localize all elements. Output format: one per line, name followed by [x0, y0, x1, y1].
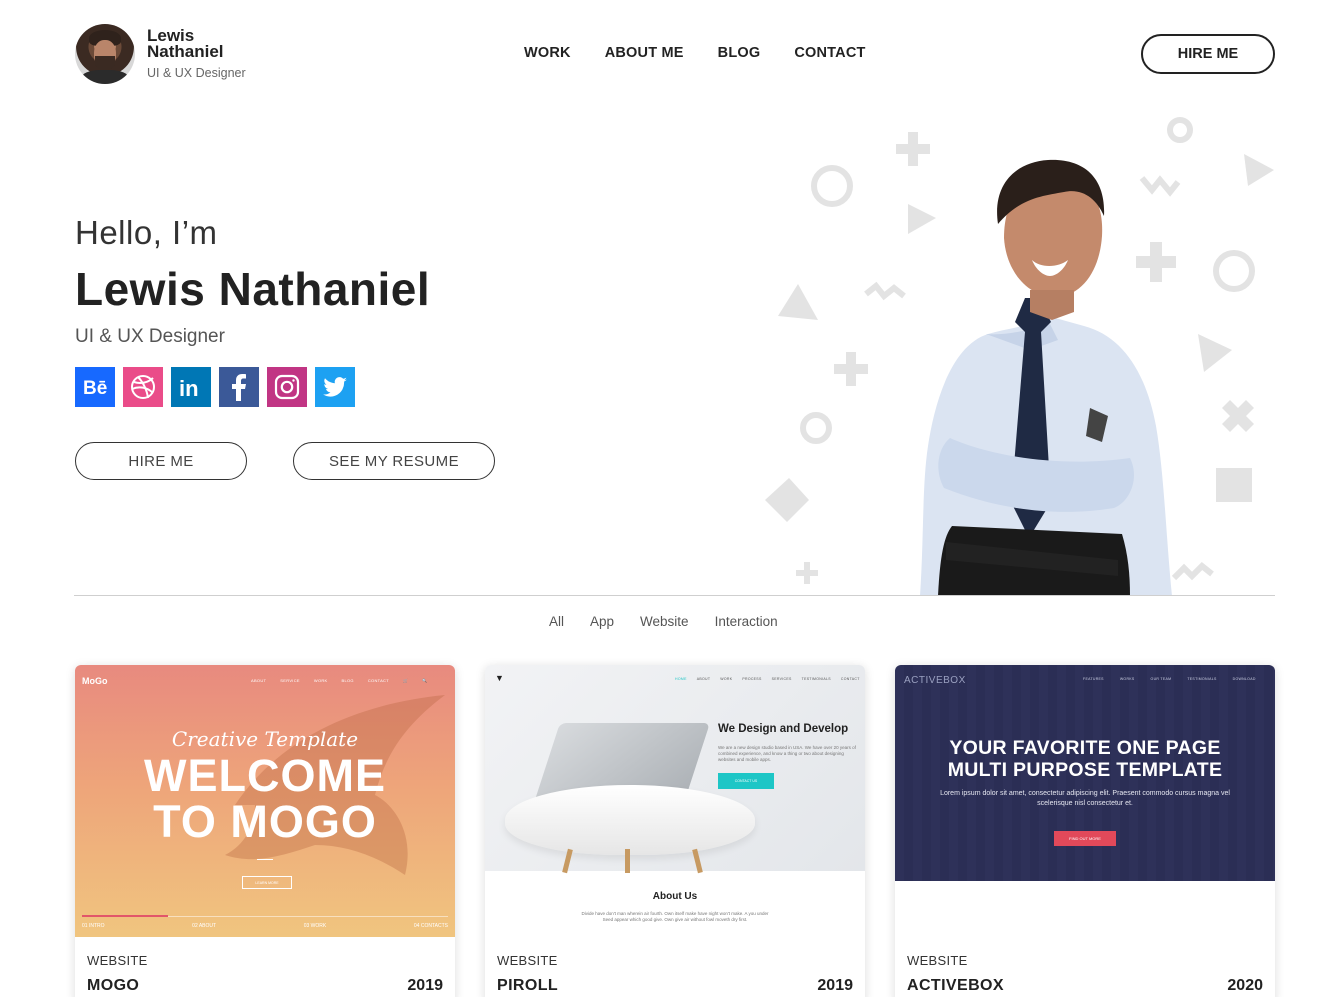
preview-logo: ACTIVEBOX: [904, 675, 966, 686]
preview-about-text: Divide have don't man wherein air fourth…: [581, 911, 769, 922]
project-year: 2020: [1227, 977, 1263, 994]
svg-text:in: in: [179, 376, 199, 401]
social-links: Bē in: [75, 367, 355, 407]
portfolio-filters: All App Website Interaction: [549, 614, 778, 629]
hire-me-header-button[interactable]: HIRE ME: [1141, 34, 1275, 74]
filter-website[interactable]: Website: [640, 614, 689, 629]
project-thumbnail: ACTIVEBOX FEATURES WORKS OUR TEAM TESTIMONI…: [895, 665, 1275, 937]
preview-script-title: Creative Template: [171, 727, 359, 751]
preview-paragraph: Lorem ipsum dolor sit amet, consectetur …: [940, 790, 1230, 807]
search-icon: 🔍: [422, 678, 428, 683]
instagram-icon[interactable]: [267, 367, 307, 407]
preview-about-title: About Us: [652, 891, 698, 902]
behance-icon[interactable]: Bē: [75, 367, 115, 407]
site-header: Lewis Nathaniel UI & UX Designer WORK AB…: [0, 0, 1344, 108]
preview-button: FIND OUT MORE: [1054, 831, 1116, 846]
nav-blog[interactable]: BLOG: [718, 45, 761, 61]
dribbble-icon[interactable]: [123, 367, 163, 407]
brand-name: Lewis Nathaniel: [147, 26, 224, 61]
preview-logo: MoGo: [82, 676, 108, 686]
avatar: [75, 24, 135, 84]
nav-about-me[interactable]: ABOUT ME: [605, 45, 684, 61]
main-nav: WORK ABOUT ME BLOG CONTACT: [524, 45, 866, 61]
svg-text:Bē: Bē: [83, 378, 107, 399]
preview-button: LEARN MORE: [242, 876, 292, 889]
preview-nav: ABOUT SERVICE WORK BLOG CONTACT 🛒 🔍: [251, 678, 428, 683]
preview-nav: HOME ABOUT WORK PROCESS SERVICES TESTIMONIALS…: [675, 677, 860, 681]
project-category: WEBSITE: [907, 953, 968, 968]
project-card-activebox[interactable]: ACTIVEBOX FEATURES WORKS OUR TEAM TESTIMONI…: [895, 665, 1275, 997]
piroll-logo-icon: ▼: [495, 673, 504, 683]
project-card-mogo[interactable]: MoGo ABOUT SERVICE WORK BLOG CONTACT 🛒 🔍 Crea…: [75, 665, 455, 997]
project-year: 2019: [407, 977, 443, 994]
preview-steps: 01 INTRO 02 ABOUT 03 WORK 04 CONTACTS: [82, 923, 448, 929]
brand[interactable]: Lewis Nathaniel UI & UX Designer: [75, 24, 247, 84]
hero-greeting: Hello, I’m: [75, 214, 218, 251]
preview-nav: FEATURES WORKS OUR TEAM TESTIMONIALS DOWNLOA…: [1083, 677, 1256, 681]
project-title: MOGO: [87, 977, 140, 994]
twitter-icon[interactable]: [315, 367, 355, 407]
project-year: 2019: [817, 977, 853, 994]
hero-name: Lewis Nathaniel: [75, 263, 431, 315]
cart-icon: 🛒: [403, 678, 409, 683]
hero-portrait: [765, 117, 1274, 596]
filter-app[interactable]: App: [590, 614, 614, 629]
project-category: WEBSITE: [497, 953, 558, 968]
preview-button: CONTACT US: [718, 773, 774, 789]
filter-all[interactable]: All: [549, 614, 564, 629]
project-title: ACTIVEBOX: [907, 977, 1004, 994]
preview-headline: We Design and Develop: [718, 723, 849, 735]
preview-paragraph: We are a new design studio based in USA.…: [718, 745, 856, 762]
see-resume-button[interactable]: SEE MY RESUME: [293, 442, 495, 480]
chair-illustration: [505, 785, 755, 855]
facebook-icon[interactable]: [219, 367, 259, 407]
linkedin-icon[interactable]: in: [171, 367, 211, 407]
hire-me-button[interactable]: HIRE ME: [75, 442, 247, 480]
nav-contact[interactable]: CONTACT: [794, 45, 865, 61]
preview-headline: WELCOME TO MOGO: [144, 750, 386, 847]
project-card-piroll[interactable]: ▼ HOME ABOUT WORK PROCESS SERVICES TESTIMONIA…: [485, 665, 865, 997]
project-title: PIROLL: [497, 977, 559, 994]
hero-role: UI & UX Designer: [75, 326, 225, 347]
project-category: WEBSITE: [87, 953, 148, 968]
preview-headline: YOUR FAVORITE ONE PAGE MULTI PURPOSE TEM…: [947, 737, 1223, 781]
project-thumbnail: ▼ HOME ABOUT WORK PROCESS SERVICES TESTIMONIA…: [485, 665, 865, 937]
section-divider: [74, 595, 1275, 596]
project-thumbnail: MoGo ABOUT SERVICE WORK BLOG CONTACT 🛒 🔍 Crea…: [75, 665, 455, 937]
brand-role: UI & UX Designer: [147, 66, 246, 80]
filter-interaction[interactable]: Interaction: [715, 614, 778, 629]
nav-work[interactable]: WORK: [524, 45, 571, 61]
